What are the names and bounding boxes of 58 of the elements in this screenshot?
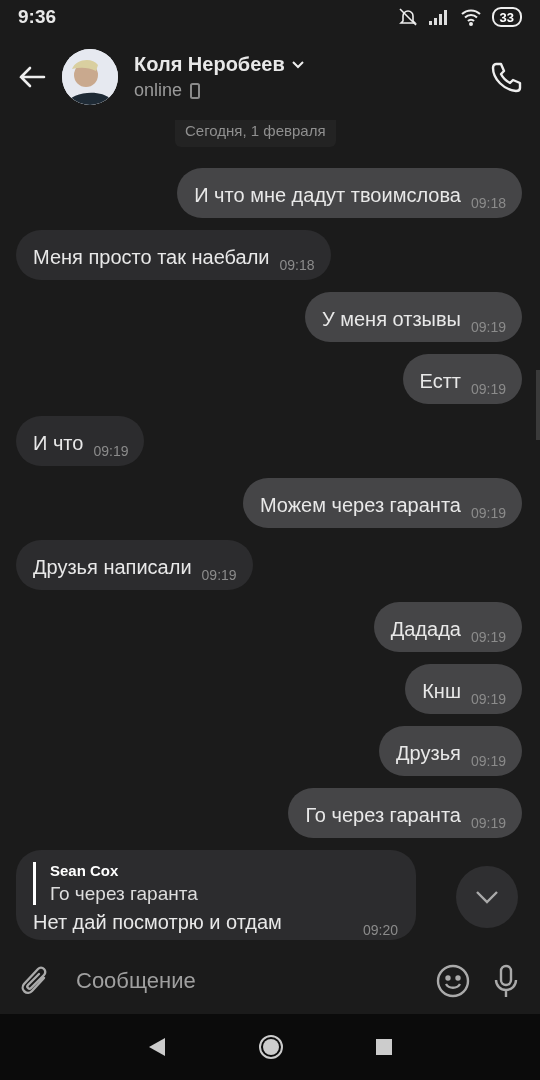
microphone-icon[interactable] <box>492 964 520 998</box>
message-bubble[interactable]: Естт 09:19 <box>402 354 522 404</box>
quote-text: Го через гаранта <box>50 883 199 905</box>
message-time: 09:19 <box>470 381 506 397</box>
date-badge: Сегодня, 1 февраля <box>175 120 336 147</box>
message-text: Го через гаранта <box>305 804 461 827</box>
message-time: 09:18 <box>279 257 315 273</box>
message-text: И что мне дадут твоимслова <box>194 184 461 207</box>
message-bubble[interactable]: Sean Cox Го через гаранта Нет дай посмотрю и отдам 09:20 <box>16 850 416 940</box>
back-arrow-icon[interactable] <box>18 65 46 89</box>
message-input[interactable]: Сообщение <box>74 967 414 995</box>
message-bubble[interactable]: Го через гаранта 09:19 <box>288 788 522 838</box>
quoted-message[interactable]: Sean Cox Го через гаранта <box>33 862 398 905</box>
battery-indicator: 33 <box>491 7 522 27</box>
phone-device-icon <box>190 82 201 99</box>
message-time: 09:19 <box>201 567 237 583</box>
message-bubble[interactable]: Кнш 09:19 <box>405 664 522 714</box>
message-time: 09:19 <box>470 753 506 769</box>
message-text: Друзья написали <box>33 556 192 579</box>
online-status: online <box>134 80 183 101</box>
signal-icon <box>427 8 450 26</box>
message-text: Меня просто так наебали <box>33 246 270 269</box>
message-bubble[interactable]: Дадада 09:19 <box>373 602 522 652</box>
message-time: 09:20 <box>362 922 398 938</box>
message-bubble[interactable]: Друзья 09:19 <box>379 726 522 776</box>
emoji-icon[interactable] <box>436 964 470 998</box>
message-text: Кнш <box>422 680 461 703</box>
status-time: 9:36 <box>18 6 57 28</box>
message-text: И что <box>33 432 84 455</box>
mute-bell-icon <box>397 7 418 27</box>
message-bubble[interactable]: Можем через гаранта 09:19 <box>242 478 522 528</box>
message-bubble[interactable]: И что 09:19 <box>16 416 145 466</box>
message-bubble[interactable]: Меня просто так наебали 09:18 <box>16 230 331 280</box>
message-time: 09:18 <box>470 195 506 211</box>
chevron-down-icon[interactable] <box>290 59 305 70</box>
message-time: 09:19 <box>470 629 506 645</box>
message-time: 09:19 <box>470 815 506 831</box>
message-time: 09:19 <box>470 691 506 707</box>
message-bubble[interactable]: Друзья написали 09:19 <box>16 540 253 590</box>
home-nav-icon[interactable] <box>258 1034 284 1060</box>
message-text: У меня отзывы <box>322 308 461 331</box>
message-bubble[interactable]: И что мне дадут твоимслова 09:18 <box>177 168 522 218</box>
message-bubble[interactable]: У меня отзывы 09:19 <box>305 292 522 342</box>
message-text: Дадада <box>390 618 461 641</box>
quote-author: Sean Cox <box>50 862 120 879</box>
back-nav-icon[interactable] <box>148 1037 166 1057</box>
message-time: 09:19 <box>470 319 506 335</box>
wifi-icon <box>459 8 482 26</box>
message-text: Нет дай посмотрю и отдам <box>33 911 282 934</box>
contact-name[interactable]: Коля Неробеев <box>134 53 285 76</box>
avatar[interactable] <box>62 49 118 105</box>
message-text: Естт <box>419 370 461 393</box>
call-icon[interactable] <box>490 61 522 93</box>
message-text: Друзья <box>396 742 461 765</box>
message-time: 09:19 <box>93 443 129 459</box>
message-text: Можем через гаранта <box>259 494 461 517</box>
chevron-down-icon <box>475 890 499 904</box>
message-time: 09:19 <box>470 505 506 521</box>
